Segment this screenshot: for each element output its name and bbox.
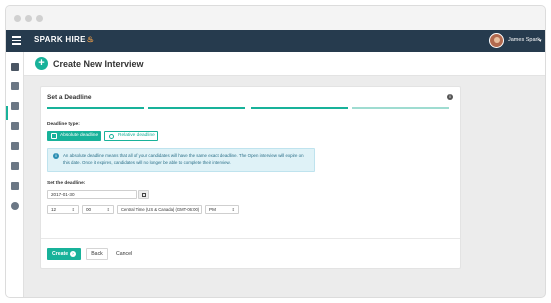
chart-icon[interactable] [11, 162, 19, 170]
relative-deadline-button[interactable]: Relative deadline [104, 131, 158, 141]
page-header: + Create New Interview [24, 52, 545, 76]
ampm-select[interactable]: PM ⇕ [205, 205, 239, 214]
user-name[interactable]: James Spark [508, 37, 540, 43]
calendar-button[interactable] [138, 190, 149, 199]
arrow-right-icon: › [70, 251, 76, 257]
cancel-button[interactable]: Cancel [116, 248, 132, 260]
video-icon[interactable] [11, 63, 19, 71]
sidebar [6, 52, 24, 297]
back-button[interactable]: Back [86, 248, 108, 260]
minute-value: 00 [86, 207, 92, 212]
menu-icon[interactable] [12, 36, 21, 45]
progress-step [148, 107, 245, 109]
window-dot [14, 15, 21, 22]
calendar-icon [142, 193, 146, 197]
page-title: Create New Interview [53, 59, 144, 69]
relative-deadline-label: Relative deadline [118, 133, 155, 138]
briefcase-icon[interactable] [11, 82, 19, 90]
progress-step [352, 107, 449, 109]
calendar-icon [51, 133, 57, 139]
chevron-down-icon[interactable]: ▾ [539, 38, 542, 44]
ampm-value: PM [209, 207, 216, 212]
minute-select[interactable]: 00 ⇕ [82, 205, 114, 214]
absolute-deadline-button[interactable]: Absolute deadline [47, 131, 101, 141]
card-title: Set a Deadline [47, 94, 92, 101]
select-arrows-icon: ⇕ [231, 207, 235, 212]
alert-text: An absolute deadline means that all of y… [63, 153, 304, 165]
topbar: SPARK HIRE♨ James Spark ▾ [6, 30, 545, 52]
window-dot [36, 15, 43, 22]
select-arrows-icon: ⇕ [71, 207, 75, 212]
info-icon[interactable]: i [447, 94, 453, 100]
add-icon: + [35, 57, 48, 70]
flag-icon[interactable] [11, 182, 19, 190]
deadline-card: Set a Deadline i Deadline type: Absolute… [40, 86, 461, 269]
hour-select[interactable]: 12 ⇕ [47, 205, 79, 214]
timezone-select[interactable]: Central Time (US & Canada) (GMT-06:00) [117, 205, 202, 214]
progress-step [251, 107, 348, 109]
create-button[interactable]: Create › [47, 248, 81, 260]
clock-icon [109, 133, 114, 139]
window-dot [25, 15, 32, 22]
date-value: 2017-01-30 [51, 192, 75, 197]
info-alert: i An absolute deadline means that all of… [47, 148, 315, 172]
progress-step [47, 107, 144, 109]
active-indicator [6, 106, 8, 120]
hour-value: 12 [51, 207, 57, 212]
divider [41, 238, 460, 239]
logo[interactable]: SPARK HIRE♨ [34, 35, 94, 44]
avatar[interactable] [489, 33, 504, 48]
help-icon[interactable] [11, 202, 19, 210]
browser-window: SPARK HIRE♨ James Spark ▾ + Create New I… [6, 6, 545, 297]
folder-icon[interactable] [11, 142, 19, 150]
info-icon: i [53, 153, 59, 159]
set-deadline-label: Set the deadline: [47, 181, 86, 186]
timezone-value: Central Time (US & Canada) (GMT-06:00) [121, 207, 200, 212]
calendar-icon[interactable] [11, 102, 19, 110]
absolute-deadline-label: Absolute deadline [60, 133, 99, 138]
window-chrome [6, 6, 545, 30]
deadline-type-label: Deadline type: [47, 122, 80, 127]
select-arrows-icon: ⇕ [106, 207, 110, 212]
create-label: Create [52, 251, 69, 257]
date-input[interactable]: 2017-01-30 [47, 190, 137, 199]
people-icon[interactable] [11, 122, 19, 130]
